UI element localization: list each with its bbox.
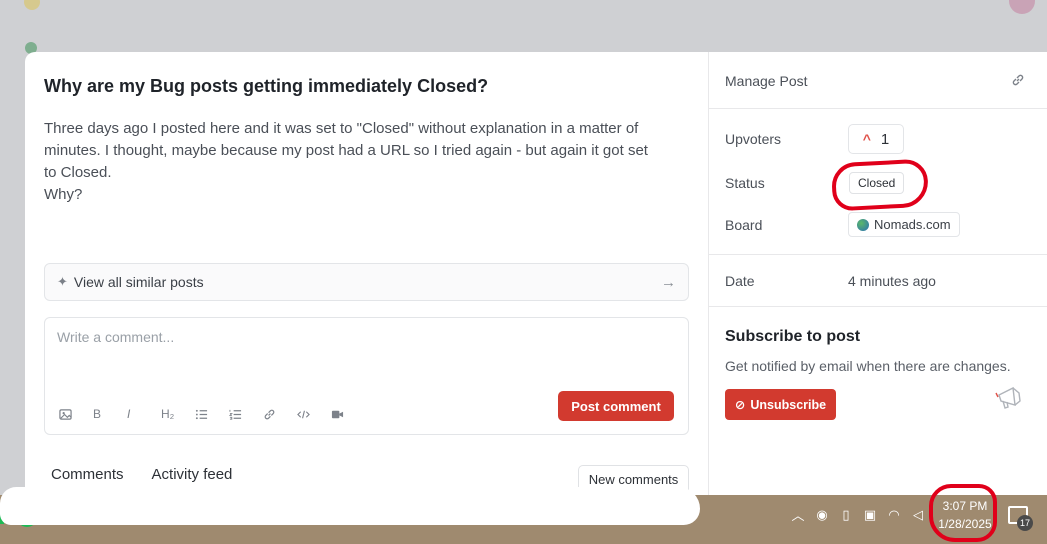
remote-icon[interactable]: ▣ xyxy=(862,507,878,523)
unsubscribe-label: Unsubscribe xyxy=(750,397,827,412)
notification-count: 17 xyxy=(1017,515,1033,531)
status-label: Status xyxy=(725,175,765,191)
unsubscribe-button[interactable]: ⊘ Unsubscribe xyxy=(725,389,836,420)
video-icon[interactable] xyxy=(331,405,365,423)
upvote-button[interactable]: ^ 1 xyxy=(848,124,904,154)
heading-icon[interactable]: H₂ xyxy=(161,405,195,423)
divider xyxy=(709,108,1047,109)
phone-link-icon[interactable]: ▯ xyxy=(838,507,854,523)
ban-icon: ⊘ xyxy=(734,398,746,412)
avatar xyxy=(1009,0,1035,14)
volume-icon[interactable]: ◁ xyxy=(910,507,926,523)
editor-toolbar: B I H₂ xyxy=(59,405,365,423)
lightbulb-icon xyxy=(24,0,40,10)
post-content: Why are my Bug posts getting immediately… xyxy=(25,52,708,512)
record-icon[interactable]: ◉ xyxy=(814,507,830,523)
system-tray: ︿ ◉ ▯ ▣ ◠ ◁ xyxy=(790,505,926,524)
annotation-circle-status xyxy=(830,158,930,212)
chevron-up-icon[interactable]: ︿ xyxy=(790,505,806,524)
board-label: Board xyxy=(725,217,763,233)
megaphone-icon xyxy=(993,383,1029,418)
link-icon[interactable] xyxy=(263,405,297,423)
bold-icon[interactable]: B xyxy=(93,405,127,423)
numbered-list-icon[interactable] xyxy=(229,405,263,423)
upvote-count: 1 xyxy=(880,130,890,148)
board-badge[interactable]: Nomads.com xyxy=(848,212,960,237)
copy-link-icon[interactable] xyxy=(1011,73,1025,92)
comment-input[interactable]: Write a comment... xyxy=(57,329,174,345)
upvoters-label: Upvoters xyxy=(725,131,782,147)
subscribe-description: Get notified by email when there are cha… xyxy=(725,358,1011,374)
post-modal: Why are my Bug posts getting immediately… xyxy=(25,52,1047,512)
date-value: 4 minutes ago xyxy=(848,273,936,289)
comment-tabs: Comments Activity feed xyxy=(51,466,232,483)
sparkle-icon: ✦ xyxy=(57,274,68,289)
board-name: Nomads.com xyxy=(874,217,951,232)
divider xyxy=(709,254,1047,255)
bullet-list-icon[interactable] xyxy=(195,405,229,423)
image-icon[interactable] xyxy=(59,405,93,423)
subscribe-title: Subscribe to post xyxy=(725,328,861,345)
view-similar-posts-button[interactable]: ✦ View all similar posts → xyxy=(44,263,689,301)
redaction-scribble xyxy=(0,487,700,525)
wifi-icon[interactable]: ◠ xyxy=(886,507,902,523)
comment-editor[interactable]: Write a comment... B I H₂ Post comment xyxy=(44,317,689,435)
date-label: Date xyxy=(725,273,755,289)
post-comment-button[interactable]: Post comment xyxy=(558,391,674,421)
annotation-circle-clock xyxy=(929,484,997,542)
post-title: Why are my Bug posts getting immediately… xyxy=(44,76,489,96)
post-body: Three days ago I posted here and it was … xyxy=(44,120,648,203)
manage-post-label: Manage Post xyxy=(725,73,808,89)
tab-comments[interactable]: Comments xyxy=(51,466,124,483)
globe-icon xyxy=(857,218,869,231)
view-similar-posts-label: View all similar posts xyxy=(73,274,204,290)
manage-post-panel: Manage Post Upvoters ^ 1 Status Closed B… xyxy=(708,52,1047,512)
divider xyxy=(709,306,1047,307)
chevron-up-icon: ^ xyxy=(862,131,871,147)
tab-activity-feed[interactable]: Activity feed xyxy=(152,466,233,483)
arrow-right-icon: → xyxy=(661,273,676,291)
code-icon[interactable] xyxy=(297,405,331,423)
italic-icon[interactable]: I xyxy=(127,405,161,423)
